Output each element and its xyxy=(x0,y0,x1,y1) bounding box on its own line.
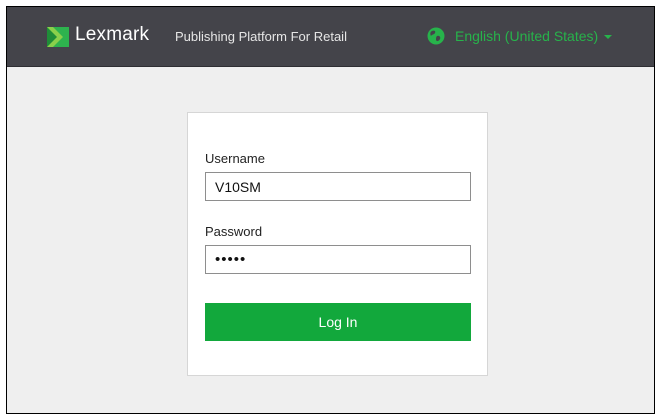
globe-icon xyxy=(427,27,445,45)
lexmark-logo-icon xyxy=(47,27,69,47)
app-header: Lexmark Publishing Platform For Retail E… xyxy=(7,7,654,67)
username-label: Username xyxy=(205,151,265,166)
login-button[interactable]: Log In xyxy=(205,303,471,341)
language-selector[interactable]: English (United States) xyxy=(427,25,613,47)
password-label: Password xyxy=(205,224,263,239)
password-field[interactable] xyxy=(205,245,471,274)
brand-name: Lexmark xyxy=(75,24,150,45)
language-label: English (United States) xyxy=(455,28,599,44)
platform-title: Publishing Platform For Retail xyxy=(175,29,347,44)
username-field[interactable] xyxy=(205,172,471,201)
caret-down-icon xyxy=(604,35,613,39)
browser-viewport: Lexmark Publishing Platform For Retail E… xyxy=(6,6,655,414)
login-card: Username Password Log In xyxy=(187,112,488,376)
